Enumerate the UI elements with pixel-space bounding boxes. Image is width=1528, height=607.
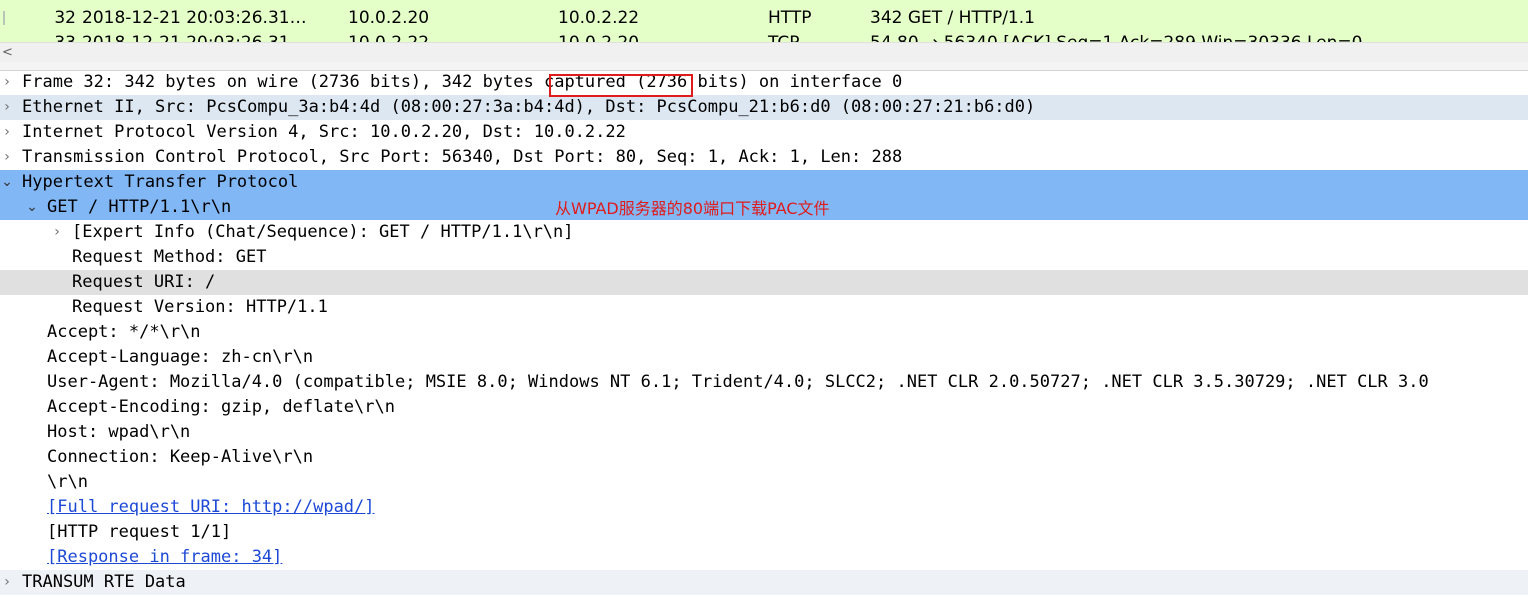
tree-item-label: Host: wpad\r\n — [47, 422, 191, 442]
tree-item-transum[interactable]: › TRANSUM RTE Data — [0, 570, 1528, 595]
chevron-down-icon[interactable]: ⌄ — [0, 170, 14, 195]
tree-item-tcp[interactable]: › Transmission Control Protocol, Src Por… — [0, 145, 1528, 170]
tree-item-request-uri[interactable]: Request URI: / — [0, 270, 1528, 295]
tree-item-label: Request URI: / — [72, 272, 216, 292]
tree-item-label: Ethernet II, Src: PcsCompu_3a:b4:4d (08:… — [22, 97, 1036, 117]
scroll-left-icon[interactable]: < — [2, 44, 13, 62]
tree-item-frame[interactable]: › Frame 32: 342 bytes on wire (2736 bits… — [0, 70, 1528, 95]
tree-item-expert-info[interactable]: › [Expert Info (Chat/Sequence): GET / HT… — [0, 220, 1528, 245]
tree-item-label: Accept-Encoding: gzip, deflate\r\n — [47, 397, 395, 417]
tree-item-label: Frame 32: 342 bytes on wire (2736 bits),… — [22, 72, 903, 92]
packet-info: 342 GET / HTTP/1.1 — [870, 8, 1035, 28]
tree-item-user-agent[interactable]: User-Agent: Mozilla/4.0 (compatible; MSI… — [0, 370, 1528, 395]
packet-list: 32 2018-12-21 20:03:26.31… 10.0.2.20 10.… — [0, 0, 1528, 62]
tree-item-label: Connection: Keep-Alive\r\n — [47, 447, 314, 467]
tree-item-full-request-uri[interactable]: [Full request URI: http://wpad/] — [0, 495, 1528, 520]
tree-item-ip[interactable]: › Internet Protocol Version 4, Src: 10.0… — [0, 120, 1528, 145]
packet-destination: 10.0.2.22 — [558, 8, 640, 28]
dst-port-highlight-box — [549, 74, 693, 97]
chevron-right-icon[interactable]: › — [0, 120, 14, 145]
tree-item-response-in[interactable]: [Response in frame: 34] — [0, 545, 1528, 570]
chevron-right-icon[interactable]: › — [0, 570, 14, 595]
chevron-down-icon[interactable]: ⌄ — [25, 195, 39, 220]
chevron-right-icon[interactable]: › — [50, 220, 64, 245]
tree-item-label: [Expert Info (Chat/Sequence): GET / HTTP… — [72, 222, 574, 242]
tree-item-ethernet[interactable]: › Ethernet II, Src: PcsCompu_3a:b4:4d (0… — [0, 95, 1528, 120]
horizontal-scrollbar[interactable]: < — [0, 42, 1528, 62]
tree-item-http-request[interactable]: [HTTP request 1/1] — [0, 520, 1528, 545]
packet-row-32[interactable]: 32 2018-12-21 20:03:26.31… 10.0.2.20 10.… — [0, 6, 1528, 31]
tree-item-label: Internet Protocol Version 4, Src: 10.0.2… — [22, 122, 626, 142]
tree-item-label: Accept-Language: zh-cn\r\n — [47, 347, 314, 367]
tree-item-request-version[interactable]: Request Version: HTTP/1.1 — [0, 295, 1528, 320]
tree-item-connection[interactable]: Connection: Keep-Alive\r\n — [0, 445, 1528, 470]
packet-time: 2018-12-21 20:03:26.31… — [82, 8, 307, 28]
tree-item-label: Transmission Control Protocol, Src Port:… — [22, 147, 903, 167]
tree-item-label: Hypertext Transfer Protocol — [22, 172, 299, 192]
tree-item-crlf[interactable]: \r\n — [0, 470, 1528, 495]
chevron-right-icon[interactable]: › — [0, 70, 14, 95]
tree-item-label: Request Version: HTTP/1.1 — [72, 297, 328, 317]
tree-item-label: Accept: */*\r\n — [47, 322, 201, 342]
tree-item-label: [HTTP request 1/1] — [47, 522, 232, 542]
packet-details-tree: › Frame 32: 342 bytes on wire (2736 bits… — [0, 70, 1528, 595]
packet-related-marker — [3, 11, 5, 25]
tree-item-accept-language[interactable]: Accept-Language: zh-cn\r\n — [0, 345, 1528, 370]
chevron-right-icon[interactable]: › — [0, 145, 14, 170]
tree-item-accept[interactable]: Accept: */*\r\n — [0, 320, 1528, 345]
full-request-uri-link[interactable]: [Full request URI: http://wpad/] — [47, 495, 375, 520]
tree-item-request-method[interactable]: Request Method: GET — [0, 245, 1528, 270]
packet-no: 32 — [54, 8, 76, 28]
chevron-right-icon[interactable]: › — [0, 95, 14, 120]
response-in-frame-link[interactable]: [Response in frame: 34] — [47, 545, 282, 570]
tree-item-label: TRANSUM RTE Data — [22, 572, 186, 592]
packet-source: 10.0.2.20 — [348, 8, 430, 28]
tree-item-host[interactable]: Host: wpad\r\n — [0, 420, 1528, 445]
tree-item-label: User-Agent: Mozilla/4.0 (compatible; MSI… — [47, 372, 1429, 392]
annotation-text: 从WPAD服务器的80端口下载PAC文件 — [555, 199, 830, 218]
packet-protocol: HTTP — [768, 8, 812, 28]
tree-item-accept-encoding[interactable]: Accept-Encoding: gzip, deflate\r\n — [0, 395, 1528, 420]
tree-item-label: Request Method: GET — [72, 247, 267, 267]
tree-item-label: GET / HTTP/1.1\r\n — [47, 197, 232, 217]
tree-item-label: \r\n — [47, 472, 88, 492]
tree-item-http[interactable]: ⌄ Hypertext Transfer Protocol — [0, 170, 1528, 195]
